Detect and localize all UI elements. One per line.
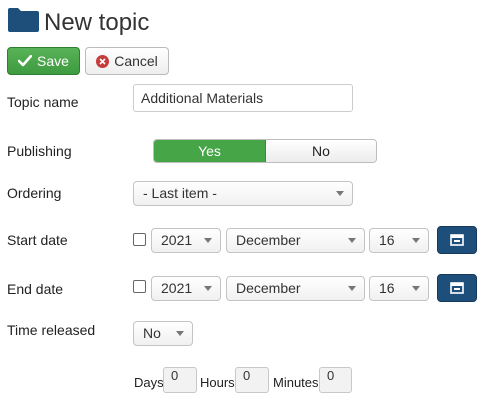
chevron-down-icon: [412, 238, 420, 243]
chevron-down-icon: [412, 286, 420, 291]
time-released-label: Time released: [7, 322, 96, 338]
start-day-value: 16: [379, 232, 395, 248]
calendar-icon: [450, 282, 464, 294]
folder-icon: [8, 8, 39, 32]
end-day-select[interactable]: 16: [369, 276, 429, 301]
topic-name-input[interactable]: Additional Materials: [133, 84, 353, 112]
hours-input[interactable]: 0: [235, 367, 269, 393]
chevron-down-icon: [336, 191, 344, 196]
publishing-label: Publishing: [7, 143, 72, 159]
publishing-toggle: Yes No: [153, 139, 377, 163]
end-month-select[interactable]: December: [226, 276, 365, 301]
start-date-calendar-button[interactable]: [437, 226, 477, 254]
start-month-select[interactable]: December: [226, 228, 365, 253]
check-icon: [18, 55, 33, 67]
page-title: New topic: [44, 9, 150, 36]
end-day-value: 16: [379, 280, 395, 296]
minutes-input[interactable]: 0: [319, 367, 352, 393]
save-label: Save: [37, 53, 69, 69]
days-input[interactable]: 0: [163, 367, 197, 393]
end-year-select[interactable]: 2021: [151, 276, 221, 301]
cancel-label: Cancel: [114, 53, 158, 69]
start-day-select[interactable]: 16: [369, 228, 429, 253]
ordering-value: - Last item -: [143, 185, 217, 201]
publishing-no-button[interactable]: No: [266, 140, 376, 162]
end-date-checkbox[interactable]: [133, 280, 146, 293]
cancel-icon: [96, 54, 110, 68]
time-released-select[interactable]: No: [133, 321, 193, 346]
end-date-calendar-button[interactable]: [437, 274, 477, 302]
hours-label: Hours: [200, 375, 235, 390]
chevron-down-icon: [348, 286, 356, 291]
chevron-down-icon: [204, 286, 212, 291]
cancel-button[interactable]: Cancel: [85, 47, 169, 75]
ordering-select[interactable]: - Last item -: [133, 181, 353, 206]
chevron-down-icon: [348, 238, 356, 243]
topic-name-label: Topic name: [7, 94, 79, 110]
ordering-label: Ordering: [7, 185, 62, 201]
save-button[interactable]: Save: [7, 47, 80, 75]
end-date-label: End date: [7, 281, 64, 297]
time-released-value: No: [143, 325, 161, 341]
chevron-down-icon: [204, 238, 212, 243]
start-date-label: Start date: [7, 232, 68, 248]
calendar-icon: [450, 234, 464, 246]
start-date-checkbox[interactable]: [133, 233, 146, 246]
publishing-yes-button[interactable]: Yes: [154, 140, 266, 162]
days-label: Days: [134, 375, 164, 390]
chevron-down-icon: [176, 331, 184, 336]
start-month-value: December: [236, 232, 301, 248]
start-year-value: 2021: [161, 232, 193, 248]
end-month-value: December: [236, 280, 301, 296]
start-year-select[interactable]: 2021: [151, 228, 221, 253]
minutes-label: Minutes: [273, 375, 319, 390]
end-year-value: 2021: [161, 280, 193, 296]
